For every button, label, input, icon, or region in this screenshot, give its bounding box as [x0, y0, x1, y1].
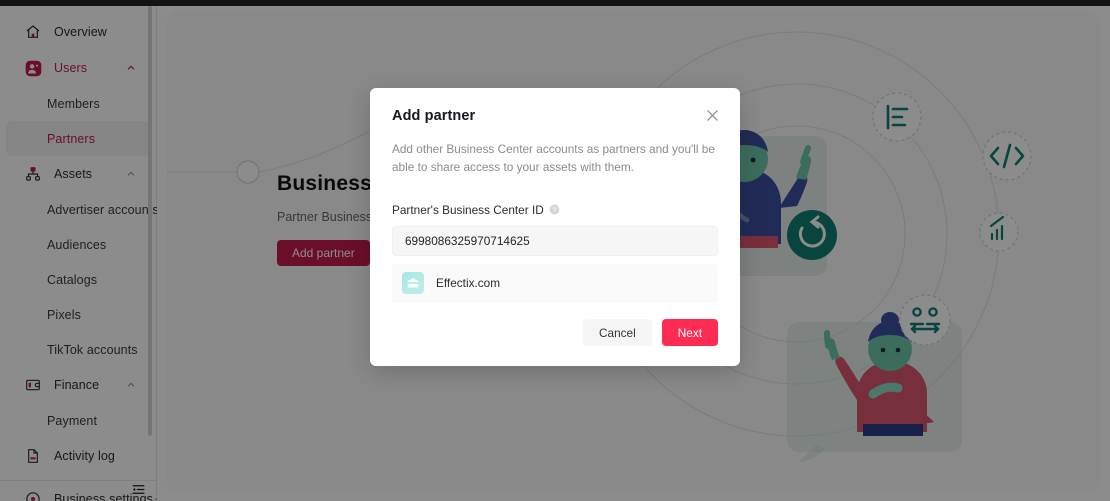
dialog-footer: Cancel Next — [583, 319, 718, 346]
svg-text:?: ? — [553, 207, 557, 214]
briefcase-icon — [402, 272, 424, 295]
help-circle-icon[interactable]: ? — [549, 204, 560, 215]
close-icon[interactable] — [703, 106, 721, 124]
partner-suggestion-item[interactable]: Effectix.com — [392, 263, 718, 303]
field-label-row: Partner's Business Center ID ? — [392, 203, 718, 217]
next-button[interactable]: Next — [661, 319, 718, 346]
cancel-button[interactable]: Cancel — [583, 319, 652, 346]
business-center-id-input[interactable]: 6998086325970714625 — [392, 225, 718, 256]
dialog-description: Add other Business Center accounts as pa… — [392, 142, 715, 175]
browser-top-strip — [0, 0, 1110, 6]
add-partner-dialog: Add partner Add other Business Center ac… — [370, 88, 740, 366]
app-screen: Overview Users Members Partners Assets A… — [0, 0, 1110, 501]
partner-suggestion-name: Effectix.com — [436, 276, 501, 291]
dialog-title: Add partner — [392, 108, 476, 124]
business-center-id-label: Partner's Business Center ID — [392, 202, 544, 217]
